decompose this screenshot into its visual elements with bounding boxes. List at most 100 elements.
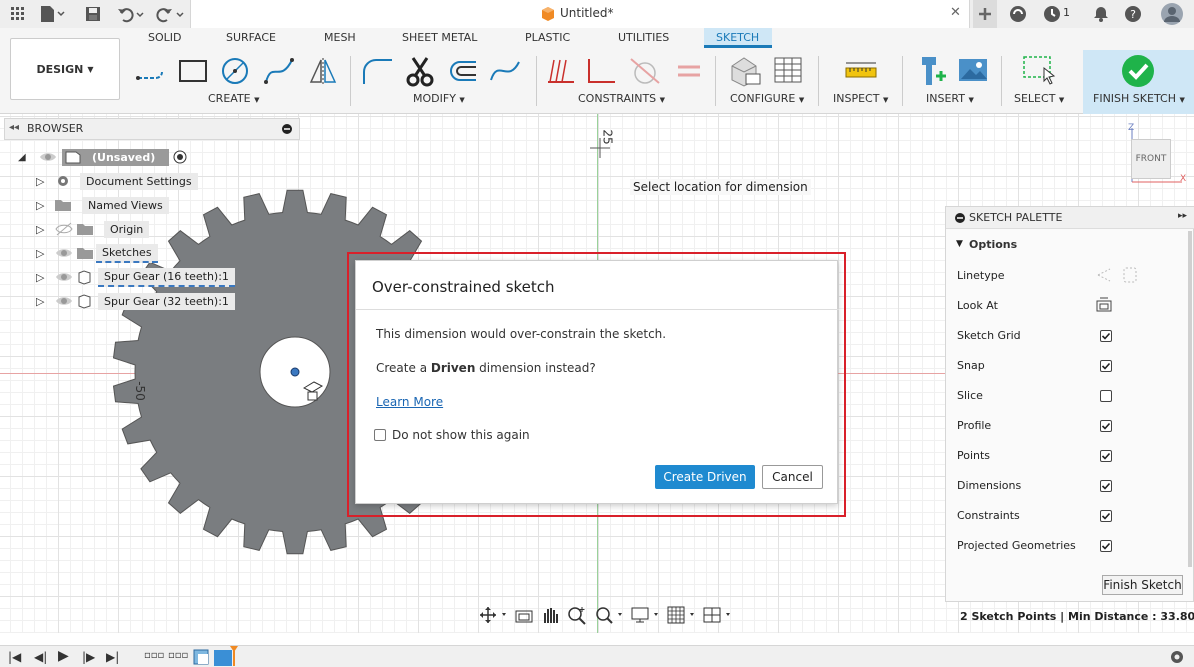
step-back-icon[interactable]: ◀| (34, 650, 47, 664)
timeline-feature-1-icon[interactable]: ▫▫▫ (144, 650, 164, 661)
browser-item-sketches[interactable]: ▷ Sketches (36, 243, 158, 263)
tab-plastic[interactable]: PLASTIC (525, 31, 570, 44)
insert-component-icon[interactable] (914, 54, 948, 88)
play-icon[interactable]: ▶ (58, 648, 69, 664)
rectangle-tool-icon[interactable] (176, 56, 210, 86)
orbit-move-icon[interactable] (478, 605, 508, 625)
configuration-table-icon[interactable] (772, 54, 806, 88)
option-projected-geometries-checkbox[interactable] (1100, 540, 1112, 552)
go-to-start-icon[interactable]: |◀ (8, 650, 21, 664)
zoom-icon[interactable] (566, 605, 588, 625)
browser-item-spur-gear-16[interactable]: ▷ Spur Gear (16 teeth):1 (36, 267, 235, 287)
user-avatar-icon[interactable] (1160, 2, 1184, 26)
display-settings-icon[interactable] (630, 605, 660, 625)
tab-utilities[interactable]: UTILITIES (618, 31, 669, 44)
insert-image-icon[interactable] (956, 54, 990, 88)
tab-mesh[interactable]: MESH (324, 31, 356, 44)
learn-more-link[interactable]: Learn More (376, 395, 443, 409)
timeline-feature-2-icon[interactable]: ▫▫▫ (168, 650, 188, 661)
equal-constraint-icon[interactable] (672, 56, 706, 86)
timeline-sketch-icon[interactable] (192, 648, 210, 666)
section-collapse-icon[interactable]: ▼ (956, 239, 963, 249)
perpendicular-constraint-icon[interactable] (584, 56, 618, 86)
configure-group-label[interactable]: CONFIGURE ▼ (730, 92, 804, 105)
help-icon[interactable]: ? (1123, 4, 1143, 24)
look-at-nav-icon[interactable] (514, 605, 534, 625)
look-at-icon[interactable] (1096, 297, 1112, 313)
expand-arrow-icon[interactable]: ▷ (36, 223, 54, 236)
insert-group-label[interactable]: INSERT ▼ (926, 92, 974, 105)
expand-arrow-icon[interactable]: ▷ (36, 271, 54, 284)
do-not-show-checkbox[interactable]: Do not show this again (374, 428, 530, 442)
tab-solid[interactable]: SOLID (148, 31, 181, 44)
activate-radio-icon[interactable] (173, 150, 187, 164)
tangent-constraint-icon[interactable] (628, 56, 662, 86)
timeline-settings-gear-icon[interactable] (1168, 648, 1186, 666)
pan-hand-icon[interactable] (540, 605, 560, 625)
visibility-eye-icon[interactable] (54, 269, 76, 285)
line-tool-icon[interactable] (134, 56, 168, 86)
option-dimensions-checkbox[interactable] (1100, 480, 1112, 492)
option-sketch-grid-checkbox[interactable] (1100, 330, 1112, 342)
inspect-group-label[interactable]: INSPECT ▼ (833, 92, 888, 105)
create-driven-button[interactable]: Create Driven (655, 465, 755, 489)
option-profile-checkbox[interactable] (1100, 420, 1112, 432)
extensions-icon[interactable] (1008, 4, 1028, 24)
close-tab-icon[interactable]: ✕ (950, 5, 961, 20)
grid-settings-icon[interactable] (666, 605, 696, 625)
checkbox-box[interactable] (374, 429, 386, 441)
fillet-tool-icon[interactable] (360, 56, 394, 86)
palette-minimize-icon[interactable] (955, 213, 965, 223)
new-tab-button[interactable] (973, 0, 997, 28)
finish-sketch-button[interactable]: Finish Sketch (1102, 575, 1183, 595)
file-icon[interactable] (38, 4, 66, 24)
expand-arrow-icon[interactable]: ▷ (36, 295, 54, 308)
tab-surface[interactable]: SURFACE (226, 31, 276, 44)
step-forward-icon[interactable]: |▶ (82, 650, 95, 664)
project-curve-icon[interactable] (488, 56, 522, 86)
expand-arrow-icon[interactable]: ▷ (36, 199, 54, 212)
redo-icon[interactable] (155, 4, 187, 24)
trim-scissors-icon[interactable] (403, 54, 437, 88)
visibility-eye-icon[interactable] (38, 149, 58, 165)
measure-ruler-icon[interactable] (844, 58, 878, 84)
tab-sketch[interactable]: SKETCH (716, 31, 759, 44)
browser-item-named-views[interactable]: ▷ Named Views (36, 195, 169, 215)
linetype-construction-icon[interactable] (1094, 265, 1140, 285)
circle-tool-icon[interactable] (218, 56, 252, 86)
view-cube[interactable]: FRONT (1131, 139, 1171, 179)
browser-root[interactable]: ◢ (Unsaved) (18, 147, 187, 167)
dimension-value-left[interactable]: -50 (133, 381, 147, 401)
tab-sheet-metal[interactable]: SHEET METAL (402, 31, 477, 44)
option-points-checkbox[interactable] (1100, 450, 1112, 462)
expand-palette-icon[interactable]: ▸▸ (1178, 211, 1187, 221)
browser-item-spur-gear-32[interactable]: ▷ Spur Gear (32 teeth):1 (36, 291, 235, 311)
notifications-bell-icon[interactable] (1091, 4, 1111, 24)
expand-arrow-icon[interactable]: ▷ (36, 247, 54, 260)
panel-minimize-icon[interactable] (281, 123, 293, 135)
select-group-label[interactable]: SELECT ▼ (1014, 92, 1064, 105)
job-status-icon[interactable] (1042, 4, 1062, 24)
option-snap-checkbox[interactable] (1100, 360, 1112, 372)
cancel-button[interactable]: Cancel (762, 465, 823, 489)
timeline-marker-icon[interactable] (212, 644, 242, 667)
coincident-constraint-icon[interactable] (546, 56, 576, 86)
viewports-icon[interactable] (702, 605, 732, 625)
constraints-group-label[interactable]: CONSTRAINTS ▼ (578, 92, 665, 105)
save-icon[interactable] (84, 4, 102, 24)
browser-item-origin[interactable]: ▷ Origin (36, 219, 150, 239)
spline-tool-icon[interactable] (262, 56, 296, 86)
go-to-end-icon[interactable]: ▶| (106, 650, 119, 664)
option-constraints-checkbox[interactable] (1100, 510, 1112, 522)
offset-tool-icon[interactable] (446, 56, 480, 86)
option-slice-checkbox[interactable] (1100, 390, 1112, 402)
finish-sketch-label[interactable]: FINISH SKETCH ▼ (1093, 92, 1185, 105)
create-group-label[interactable]: CREATE ▼ (208, 92, 260, 105)
zoom-window-icon[interactable] (594, 605, 624, 625)
center-point[interactable] (290, 367, 300, 377)
workspace-switcher[interactable]: DESIGN ▼ (10, 38, 120, 100)
palette-scrollbar[interactable] (1188, 231, 1192, 567)
expand-triangle-icon[interactable]: ◢ (18, 152, 38, 163)
modify-group-label[interactable]: MODIFY ▼ (413, 92, 465, 105)
visibility-eye-icon[interactable] (54, 245, 76, 261)
